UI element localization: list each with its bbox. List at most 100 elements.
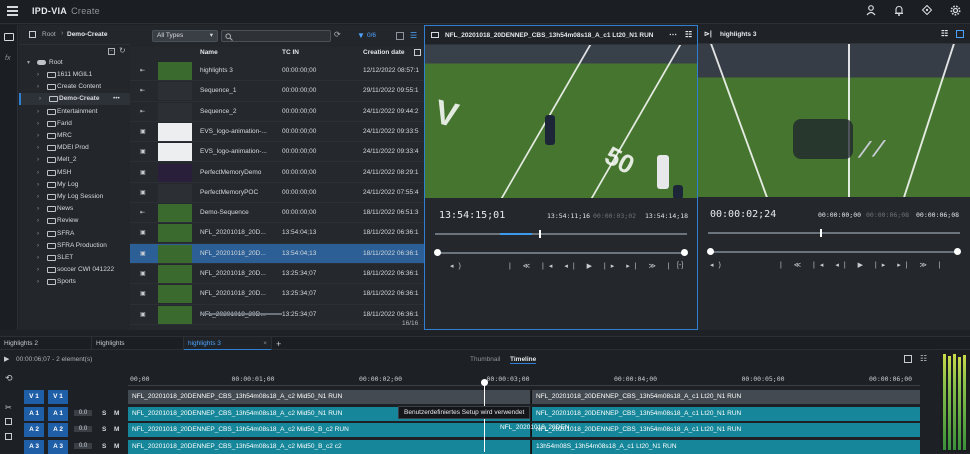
copy-icon[interactable]: [5, 418, 12, 425]
chevron-right-icon[interactable]: ›: [37, 118, 39, 130]
function-icon[interactable]: fx: [5, 55, 10, 62]
chevron-right-icon[interactable]: ›: [37, 264, 39, 276]
tab-timeline[interactable]: Timeline: [510, 356, 537, 364]
track-target-label[interactable]: A 3: [24, 439, 44, 454]
track-source-label[interactable]: A 3: [48, 439, 68, 454]
chevron-right-icon[interactable]: ›: [37, 142, 39, 154]
user-icon[interactable]: [864, 5, 878, 19]
chevron-right-icon[interactable]: ›: [37, 167, 39, 179]
tree-item[interactable]: › Create Content: [19, 81, 130, 93]
chevron-right-icon[interactable]: ›: [37, 179, 39, 191]
program-zoom-bar[interactable]: [708, 229, 960, 237]
track-target-label[interactable]: A 2: [24, 423, 44, 437]
track-target-label[interactable]: A 1: [24, 406, 44, 421]
table-row[interactable]: ▣ PerfectMemoryPOC 00:00:00;00 24/11/2022 0…: [130, 183, 424, 204]
table-row[interactable]: ▣ NFL_20201018_20D... 13:25:34;07 18/11/202…: [130, 284, 424, 305]
tree-item[interactable]: › Farid: [19, 118, 130, 130]
bell-icon[interactable]: [892, 5, 906, 19]
program-playback-buttons[interactable]: | ≪ |◂ ◂| ▶ |▸ ▸| ≫ |: [780, 261, 946, 269]
chevron-right-icon[interactable]: ›: [37, 154, 39, 166]
table-row[interactable]: ▣ EVS_logo-animation-... 00:00:00;00 24/11/…: [130, 142, 424, 163]
tree-item[interactable]: › Entertainment: [19, 106, 130, 118]
table-row[interactable]: ▣ NFL_20201018_20D... 13:54:04;13 18/11/202…: [130, 223, 424, 244]
timeline-clip[interactable]: NFL_20201018_20DENNEP_CBS_13h54m08s18_A_…: [128, 423, 530, 437]
breadcrumb-root[interactable]: Root: [42, 31, 56, 38]
tree-refresh-icon[interactable]: ↻: [119, 46, 126, 55]
chevron-right-icon[interactable]: ›: [37, 252, 39, 264]
track-target-label[interactable]: V 1: [24, 390, 44, 404]
mute-button[interactable]: M: [114, 410, 119, 417]
tree-item[interactable]: › SFRA Production: [19, 240, 130, 252]
search-options-icon[interactable]: ⟳: [334, 30, 341, 39]
settings-sliders-icon[interactable]: ☷: [685, 30, 692, 39]
hamburger-menu-icon[interactable]: [7, 6, 18, 16]
grid-view-icon[interactable]: [396, 32, 404, 40]
track-gain[interactable]: 0.0: [74, 409, 92, 416]
chevron-right-icon[interactable]: ›: [37, 106, 39, 118]
chevron-right-icon[interactable]: ›: [37, 215, 39, 227]
source-zoom-bar[interactable]: [435, 230, 687, 238]
tree-collapse-icon[interactable]: −: [108, 48, 115, 55]
tree-item[interactable]: › Melt_2: [19, 154, 130, 166]
timeline-clip[interactable]: NFL_20201018_20DENNEP_CBS_13h54m08s18_A_…: [531, 406, 920, 421]
track-source-label[interactable]: A 2: [48, 423, 68, 437]
table-row[interactable]: ⇤ Sequence_1 00:00:00;00 29/11/2022 09:55:1: [130, 81, 424, 102]
solo-button[interactable]: S: [102, 443, 106, 450]
list-view-icon[interactable]: ☰: [410, 31, 417, 40]
ripple-icon[interactable]: ⟲: [5, 373, 13, 384]
tree-item[interactable]: › News: [19, 203, 130, 215]
program-video-frame[interactable]: ⟋⟋: [698, 44, 970, 197]
mute-button[interactable]: M: [114, 426, 119, 433]
tree-item[interactable]: › MDEI Prod: [19, 142, 130, 154]
table-row[interactable]: ▣ EVS_logo-animation-... 00:00:00;00 24/11/…: [130, 122, 424, 143]
cut-icon[interactable]: ✂: [5, 403, 12, 412]
chevron-right-icon[interactable]: ›: [39, 93, 41, 105]
source-playhead[interactable]: [539, 230, 541, 238]
tree-item[interactable]: › Demo-Create •••: [19, 93, 130, 106]
table-row[interactable]: ▣ PerfectMemoryDemo 00:00:00;00 24/11/2022 …: [130, 163, 424, 183]
tree-item[interactable]: › soccer CWI 041222: [19, 264, 130, 276]
track-source-label[interactable]: A 1: [48, 406, 68, 421]
settings-sliders-icon[interactable]: ☷: [941, 29, 948, 38]
tree-item[interactable]: › MSH: [19, 167, 130, 179]
chevron-right-icon[interactable]: ›: [37, 240, 39, 252]
tree-item[interactable]: › My Log: [19, 179, 130, 191]
source-video-frame[interactable]: V 50: [425, 45, 697, 198]
column-header-tc-in[interactable]: TC IN: [282, 49, 299, 56]
more-menu-icon[interactable]: ⋯: [669, 30, 677, 39]
solo-button[interactable]: S: [102, 410, 106, 417]
chevron-right-icon[interactable]: ›: [37, 69, 39, 81]
timeline-clip[interactable]: NFL_20201018_20DENNEP_CBS_13h54m08s18_A_…: [128, 439, 530, 454]
tab-highlights[interactable]: Highlights: [92, 337, 184, 351]
tree-root[interactable]: ▾ Root: [19, 57, 130, 69]
chevron-right-icon[interactable]: ›: [37, 228, 39, 240]
type-select[interactable]: All Types ▾: [152, 30, 218, 42]
timeline-ruler[interactable]: 00;00 00:00:01;00 00:00:02;00 00:00:03;00 00…: [128, 374, 920, 386]
timeline-clip[interactable]: 13h54m08S_13h54m08s18_A_c1 Lt20_N1 RUN: [531, 439, 920, 454]
source-fullscreen-icon[interactable]: [-]: [677, 262, 683, 269]
table-row[interactable]: ⇤ Sequence_2 00:00:00;00 24/11/2022 09:44:2: [130, 102, 424, 122]
table-row[interactable]: ⇤ highlights 3 00:00:00;00 12/12/2022 08:57…: [130, 61, 424, 82]
add-tab-button[interactable]: +: [276, 337, 281, 351]
tree-item[interactable]: › 1611 MGIL1: [19, 69, 130, 81]
chevron-right-icon[interactable]: ›: [37, 191, 39, 203]
tree-item[interactable]: › SFRA: [19, 228, 130, 240]
timeline-clip[interactable]: NFL_20201018_20DENNEP_CBS_13h54m08s18_A_…: [531, 390, 920, 404]
tab-highlights-2[interactable]: Highlights 2: [0, 337, 92, 351]
chevron-right-icon[interactable]: ›: [37, 276, 39, 288]
play-icon[interactable]: ▶: [4, 355, 9, 363]
compass-icon[interactable]: [920, 4, 934, 19]
folder-nav-icon[interactable]: [4, 33, 14, 41]
column-header-name[interactable]: Name: [200, 49, 218, 56]
source-scrub-bar[interactable]: [434, 249, 688, 256]
chevron-right-icon[interactable]: ›: [37, 81, 39, 93]
source-transport-controls[interactable]: ◂): [450, 262, 466, 270]
table-row[interactable]: ⇤ Demo-Sequence 00:00:00;00 18/11/2022 06:5…: [130, 203, 424, 224]
more-menu-icon[interactable]: •••: [113, 93, 120, 105]
track-gain[interactable]: 0.0: [74, 442, 92, 449]
mute-button[interactable]: M: [114, 443, 119, 450]
program-playhead[interactable]: [820, 229, 822, 237]
solo-button[interactable]: S: [102, 426, 106, 433]
tab-highlights-3[interactable]: highlights 3 ×: [184, 337, 272, 351]
table-row[interactable]: ▣ NFL_20201018_20D... 13:54:04;13 18/11/202…: [130, 243, 424, 264]
